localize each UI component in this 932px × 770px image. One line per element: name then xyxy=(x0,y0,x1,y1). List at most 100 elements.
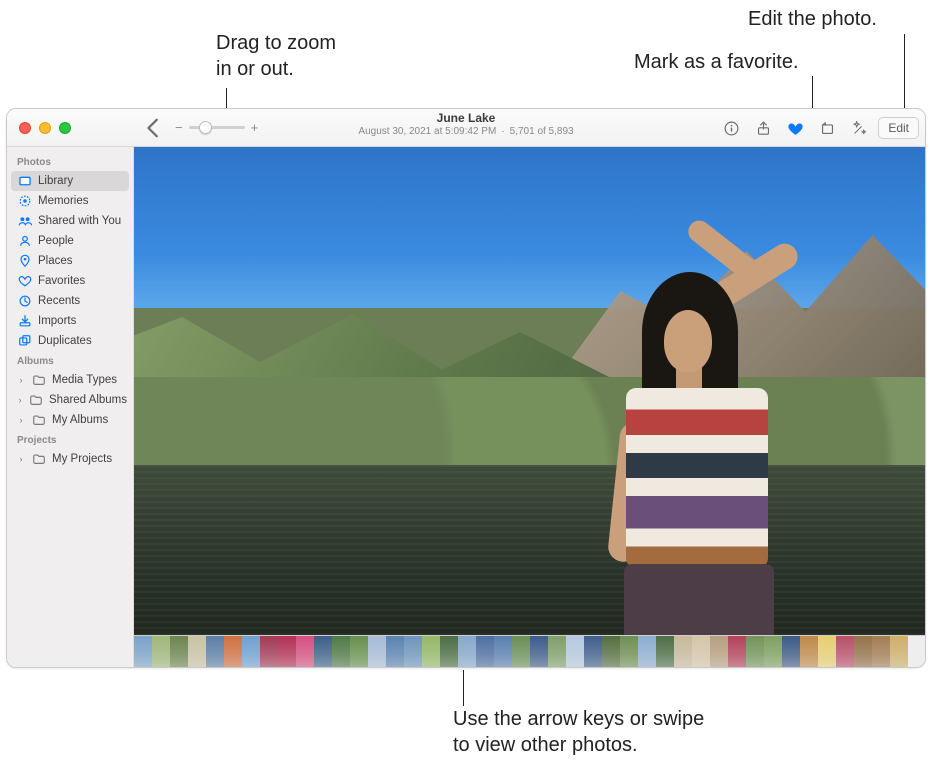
filmstrip-thumb[interactable] xyxy=(836,636,854,667)
enhance-button[interactable] xyxy=(846,115,872,141)
filmstrip-thumb[interactable] xyxy=(818,636,836,667)
edit-button[interactable]: Edit xyxy=(878,117,919,139)
filmstrip-thumb[interactable] xyxy=(350,636,368,667)
sidebar-item-label: Favorites xyxy=(38,275,85,287)
callout-filmstrip: Use the arrow keys or swipe to view othe… xyxy=(453,706,704,758)
filmstrip-thumb[interactable] xyxy=(674,636,692,667)
sidebar-item-imports[interactable]: Imports xyxy=(7,311,133,331)
places-icon xyxy=(17,254,32,269)
favorite-button[interactable] xyxy=(782,115,808,141)
clock-icon xyxy=(17,294,32,309)
zoom-slider[interactable] xyxy=(189,126,245,129)
sidebar-item-label: My Albums xyxy=(52,414,108,426)
zoom-in-label: + xyxy=(251,120,259,135)
filmstrip-thumb[interactable] xyxy=(782,636,800,667)
filmstrip-thumb[interactable] xyxy=(602,636,620,667)
filmstrip-thumb[interactable] xyxy=(872,636,890,667)
fullscreen-window-button[interactable] xyxy=(59,122,71,134)
filmstrip-thumb[interactable] xyxy=(314,636,332,667)
filmstrip-thumb[interactable] xyxy=(638,636,656,667)
filmstrip-thumb[interactable] xyxy=(386,636,404,667)
filmstrip-thumb[interactable] xyxy=(656,636,674,667)
sidebar-item-library[interactable]: Library xyxy=(11,171,129,191)
filmstrip-thumb[interactable] xyxy=(548,636,566,667)
filmstrip-thumb[interactable] xyxy=(746,636,764,667)
filmstrip-thumb[interactable] xyxy=(188,636,206,667)
sidebar-item-shared-albums[interactable]: › Shared Albums xyxy=(7,390,133,410)
zoom-out-label: − xyxy=(175,120,183,135)
filmstrip-thumb[interactable] xyxy=(854,636,872,667)
sidebar-item-my-albums[interactable]: › My Albums xyxy=(7,410,133,430)
sidebar-item-my-projects[interactable]: › My Projects xyxy=(7,449,133,469)
info-button[interactable] xyxy=(718,115,744,141)
sidebar-item-shared[interactable]: Shared with You xyxy=(7,211,133,231)
filmstrip-thumb[interactable] xyxy=(170,636,188,667)
share-button[interactable] xyxy=(750,115,776,141)
close-window-button[interactable] xyxy=(19,122,31,134)
filmstrip-thumb[interactable] xyxy=(764,636,782,667)
photo-subtitle: August 30, 2021 at 5:09:42 PM·5,701 of 5… xyxy=(358,126,573,138)
filmstrip-thumb[interactable] xyxy=(440,636,458,667)
sidebar-item-label: Duplicates xyxy=(38,335,92,347)
filmstrip-thumb[interactable] xyxy=(278,636,296,667)
filmstrip-thumb[interactable] xyxy=(800,636,818,667)
photo-decor xyxy=(624,564,774,635)
window-controls xyxy=(7,122,71,134)
folder-icon xyxy=(29,393,43,408)
filmstrip-thumb[interactable] xyxy=(584,636,602,667)
sidebar-item-favorites[interactable]: Favorites xyxy=(7,271,133,291)
sidebar-item-people[interactable]: People xyxy=(7,231,133,251)
sidebar-item-recents[interactable]: Recents xyxy=(7,291,133,311)
filmstrip-thumb[interactable] xyxy=(530,636,548,667)
folder-icon xyxy=(31,452,46,467)
filmstrip-thumb[interactable] xyxy=(152,636,170,667)
sidebar-item-label: Places xyxy=(38,255,73,267)
filmstrip[interactable] xyxy=(134,635,925,667)
filmstrip-thumb[interactable] xyxy=(332,636,350,667)
filmstrip-thumb[interactable] xyxy=(368,636,386,667)
filmstrip-thumb[interactable] xyxy=(458,636,476,667)
filmstrip-thumb[interactable] xyxy=(710,636,728,667)
photo-title: June Lake xyxy=(358,112,573,126)
sidebar-heading-photos: Photos xyxy=(7,152,133,171)
filmstrip-thumb[interactable] xyxy=(206,636,224,667)
sidebar-item-label: Media Types xyxy=(52,374,117,386)
photo-decor xyxy=(626,388,768,568)
sidebar-heading-albums: Albums xyxy=(7,351,133,370)
filmstrip-thumb[interactable] xyxy=(404,636,422,667)
photo-subject xyxy=(564,272,814,635)
filmstrip-thumb[interactable] xyxy=(476,636,494,667)
photo-viewer xyxy=(134,147,925,667)
filmstrip-thumb[interactable] xyxy=(728,636,746,667)
toolbar-right: Edit xyxy=(718,109,919,147)
folder-icon xyxy=(31,373,46,388)
back-button[interactable] xyxy=(143,116,165,140)
photo-date: August 30, 2021 at 5:09:42 PM xyxy=(358,126,496,137)
chevron-right-icon: › xyxy=(17,375,25,385)
folder-icon xyxy=(31,413,46,428)
filmstrip-thumb[interactable] xyxy=(512,636,530,667)
filmstrip-thumb[interactable] xyxy=(566,636,584,667)
filmstrip-thumb[interactable] xyxy=(296,636,314,667)
zoom-slider-thumb[interactable] xyxy=(199,121,212,134)
minimize-window-button[interactable] xyxy=(39,122,51,134)
filmstrip-thumb[interactable] xyxy=(224,636,242,667)
sidebar-item-media-types[interactable]: › Media Types xyxy=(7,370,133,390)
callout-zoom: Drag to zoom in or out. xyxy=(216,30,336,82)
sidebar-item-memories[interactable]: Memories xyxy=(7,191,133,211)
sidebar-item-label: My Projects xyxy=(52,453,112,465)
filmstrip-thumb[interactable] xyxy=(134,636,152,667)
filmstrip-thumb[interactable] xyxy=(494,636,512,667)
filmstrip-thumb[interactable] xyxy=(242,636,260,667)
sidebar-item-duplicates[interactable]: Duplicates xyxy=(7,331,133,351)
filmstrip-thumb[interactable] xyxy=(692,636,710,667)
filmstrip-thumb[interactable] xyxy=(620,636,638,667)
filmstrip-thumb[interactable] xyxy=(422,636,440,667)
sidebar-item-places[interactable]: Places xyxy=(7,251,133,271)
duplicates-icon xyxy=(17,334,32,349)
filmstrip-thumb[interactable] xyxy=(890,636,908,667)
chevron-right-icon: › xyxy=(17,454,25,464)
filmstrip-thumb[interactable] xyxy=(260,636,278,667)
photo-canvas[interactable] xyxy=(134,147,925,635)
rotate-button[interactable] xyxy=(814,115,840,141)
